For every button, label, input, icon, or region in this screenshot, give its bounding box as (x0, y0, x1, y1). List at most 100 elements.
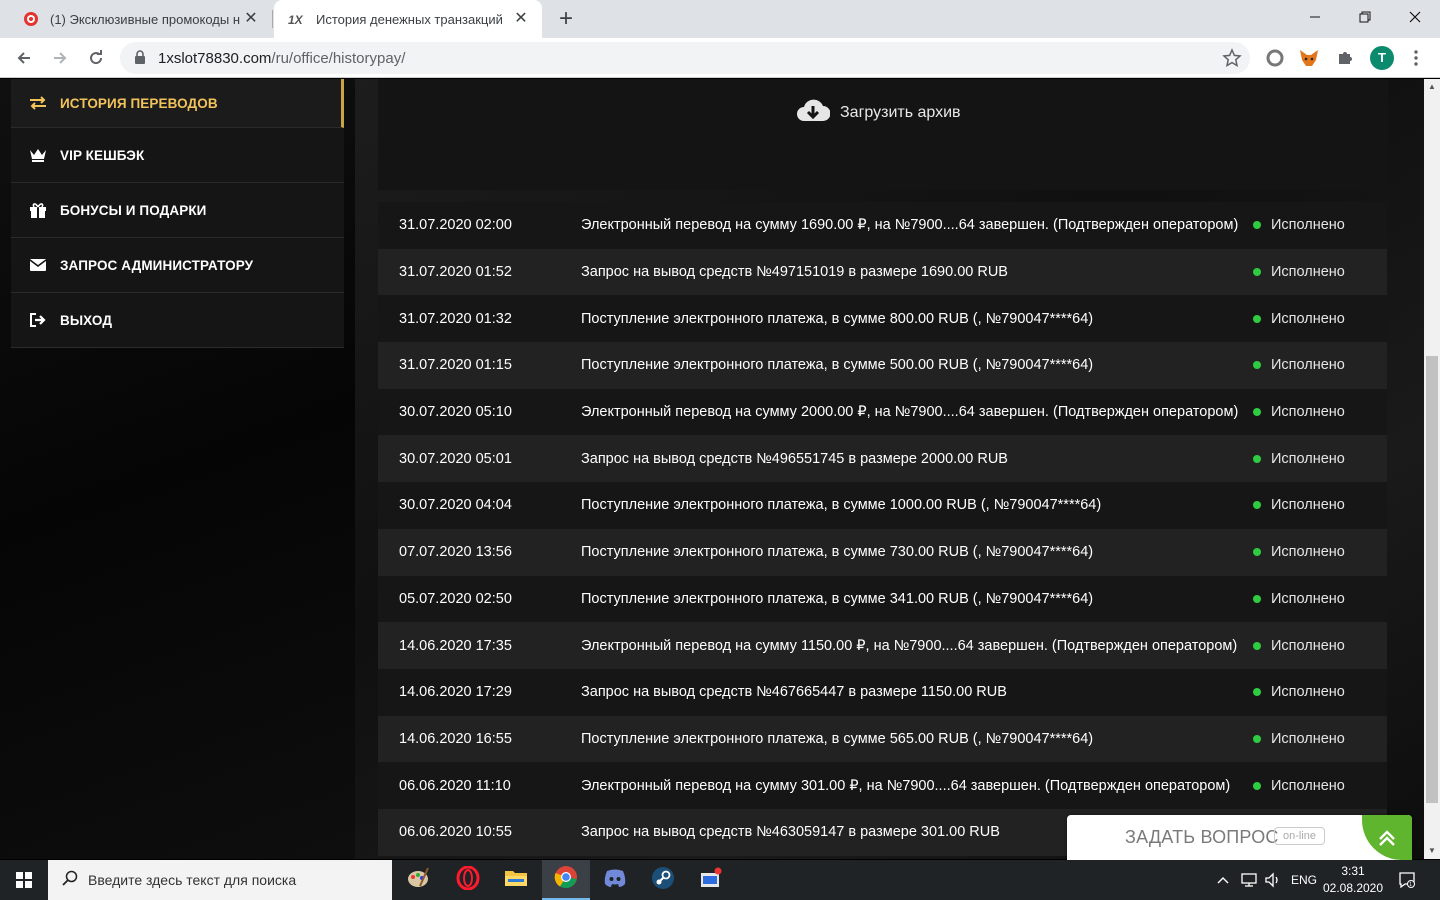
transaction-status: Исполнено (1253, 497, 1345, 513)
extensions-puzzle-icon[interactable] (1334, 47, 1356, 69)
media-player-icon (699, 867, 723, 894)
status-dot-icon (1253, 268, 1261, 277)
taskbar-search-box[interactable]: Введите здесь текст для поиска (48, 860, 392, 900)
page-scrollbar[interactable]: ▲ ▼ (1424, 79, 1440, 859)
browser-tab-history[interactable]: 1X История денежных транзакций ✕ (274, 0, 542, 38)
taskbar-paint-app[interactable] (394, 860, 442, 900)
transaction-status: Исполнено (1253, 451, 1345, 467)
tray-show-hidden-icon[interactable] (1216, 860, 1230, 900)
metamask-fox-icon[interactable] (1298, 47, 1320, 69)
status-label: Исполнено (1271, 497, 1345, 514)
online-badge: on-line (1274, 827, 1326, 845)
close-window-button[interactable] (1390, 0, 1440, 34)
close-tab-icon[interactable]: ✕ (512, 9, 530, 29)
tab-separator (272, 10, 273, 28)
sidebar-item-bonuses[interactable]: БОНУСЫ И ПОДАРКИ (11, 183, 344, 238)
taskbar-steam-app[interactable] (639, 860, 687, 900)
transaction-date: 06.06.2020 10:55 (399, 824, 512, 841)
transaction-date: 31.07.2020 02:00 (399, 217, 512, 234)
status-label: Исполнено (1271, 217, 1345, 234)
taskbar-media-app[interactable] (687, 860, 735, 900)
minimize-button[interactable] (1290, 0, 1340, 34)
status-label: Исполнено (1271, 357, 1345, 374)
account-sidebar-menu: ИСТОРИЯ ПЕРЕВОДОВ VIP КЕШБЭК БОНУСЫ И ПО… (11, 79, 344, 348)
new-tab-button[interactable]: + (553, 5, 579, 33)
transaction-description: Поступление электронного платежа, в сумм… (581, 497, 1102, 514)
forward-button[interactable] (46, 44, 74, 72)
transaction-date: 30.07.2020 05:01 (399, 450, 512, 467)
sidebar-item-label: ИСТОРИЯ ПЕРЕВОДОВ (60, 95, 218, 111)
bookmark-star-icon[interactable] (1222, 48, 1242, 68)
transaction-status: Исполнено (1253, 404, 1345, 420)
taskbar-chrome-app[interactable] (542, 860, 590, 900)
url-host: 1xslot78830.com (158, 50, 272, 67)
status-label: Исполнено (1271, 544, 1345, 561)
browser-tab-promocodes[interactable]: (1) Эксклюзивные промокоды н ✕ (10, 0, 272, 38)
status-dot-icon (1253, 454, 1261, 463)
transaction-description: Электронный перевод на сумму 301.00 ₽, н… (581, 777, 1231, 794)
transaction-status: Исполнено (1253, 544, 1345, 560)
transaction-status: Исполнено (1253, 264, 1345, 280)
network-icon[interactable] (1240, 860, 1258, 900)
windows-start-button[interactable] (0, 860, 48, 900)
status-dot-icon (1253, 688, 1261, 697)
sidebar-item-logout[interactable]: ВЫХОД (11, 293, 344, 348)
transaction-description: Электронный перевод на сумму 1690.00 ₽, … (581, 217, 1239, 234)
download-archive-button[interactable]: Загрузить архив (796, 97, 961, 128)
ask-question-chat-widget[interactable]: ЗАДАТЬ ВОПРОС on-line (1067, 815, 1412, 860)
page-content: ИСТОРИЯ ПЕРЕВОДОВ VIP КЕШБЭК БОНУСЫ И ПО… (0, 79, 1424, 859)
transaction-date: 05.07.2020 02:50 (399, 590, 512, 607)
sidebar-item-transfer-history[interactable]: ИСТОРИЯ ПЕРЕВОДОВ (11, 79, 344, 128)
extension-ring-icon[interactable] (1264, 47, 1286, 69)
transaction-status: Исполнено (1253, 684, 1345, 700)
tab-title: История денежных транзакций (316, 11, 503, 27)
reload-button[interactable] (82, 44, 110, 72)
transaction-date: 30.07.2020 04:04 (399, 497, 512, 514)
back-button[interactable] (10, 44, 38, 72)
table-row: 31.07.2020 01:32 Поступление электронного… (378, 295, 1387, 343)
address-bar[interactable]: 1xslot78830.com/ru/office/historypay/ (120, 42, 1250, 74)
browser-menu-icon[interactable] (1405, 47, 1427, 69)
status-label: Исполнено (1271, 404, 1345, 421)
lock-icon (134, 50, 146, 70)
scroll-down-arrow-icon[interactable]: ▼ (1424, 843, 1440, 859)
close-tab-icon[interactable]: ✕ (242, 9, 260, 29)
clock-date: 02.08.2020 (1322, 881, 1384, 895)
gift-icon (28, 200, 48, 220)
sidebar-item-admin-request[interactable]: ЗАПРОС АДМИНИСТРАТОРУ (11, 238, 344, 293)
transfer-arrows-icon (28, 93, 48, 113)
volume-icon[interactable] (1264, 860, 1282, 900)
search-icon (62, 870, 78, 891)
taskbar-file-explorer-app[interactable] (492, 860, 540, 900)
taskbar-opera-app[interactable] (444, 860, 492, 900)
language-indicator[interactable]: ENG (1291, 860, 1317, 900)
scrollbar-thumb[interactable] (1426, 356, 1438, 803)
casino-chip-icon (22, 10, 40, 28)
profile-avatar[interactable]: T (1370, 46, 1394, 70)
transaction-description: Запрос на вывод средств №496551745 в раз… (581, 450, 1008, 467)
status-dot-icon (1253, 781, 1261, 790)
scroll-up-arrow-icon[interactable]: ▲ (1424, 79, 1440, 95)
transaction-date: 06.06.2020 11:10 (399, 777, 511, 794)
transaction-description: Поступление электронного платежа, в сумм… (581, 357, 1094, 374)
status-label: Исполнено (1271, 590, 1345, 607)
restore-button[interactable] (1340, 0, 1390, 34)
table-row: 31.07.2020 02:00 Электронный перевод на с… (378, 202, 1387, 249)
taskbar-clock[interactable]: 3:31 02.08.2020 (1318, 863, 1388, 897)
cloud-download-icon (796, 97, 831, 128)
chevron-up-icon[interactable] (1362, 815, 1412, 860)
table-row: 30.07.2020 04:04 Поступление электронного… (378, 482, 1387, 529)
status-dot-icon (1253, 221, 1261, 230)
taskbar-discord-app[interactable] (591, 860, 639, 900)
status-dot-icon (1253, 734, 1261, 743)
sidebar-item-vip-cashback[interactable]: VIP КЕШБЭК (11, 128, 344, 183)
archive-panel: Загрузить архив (378, 79, 1388, 190)
transaction-date: 14.06.2020 16:55 (399, 730, 512, 747)
transaction-description: Запрос на вывод средств №497151019 в раз… (581, 264, 1008, 281)
transaction-status: Исполнено (1253, 778, 1345, 794)
status-dot-icon (1253, 408, 1261, 417)
chat-label: ЗАДАТЬ ВОПРОС (1125, 827, 1279, 847)
sidebar-item-label: БОНУСЫ И ПОДАРКИ (60, 202, 207, 218)
notifications-icon[interactable]: 1 (1398, 860, 1416, 900)
status-dot-icon (1253, 314, 1261, 323)
